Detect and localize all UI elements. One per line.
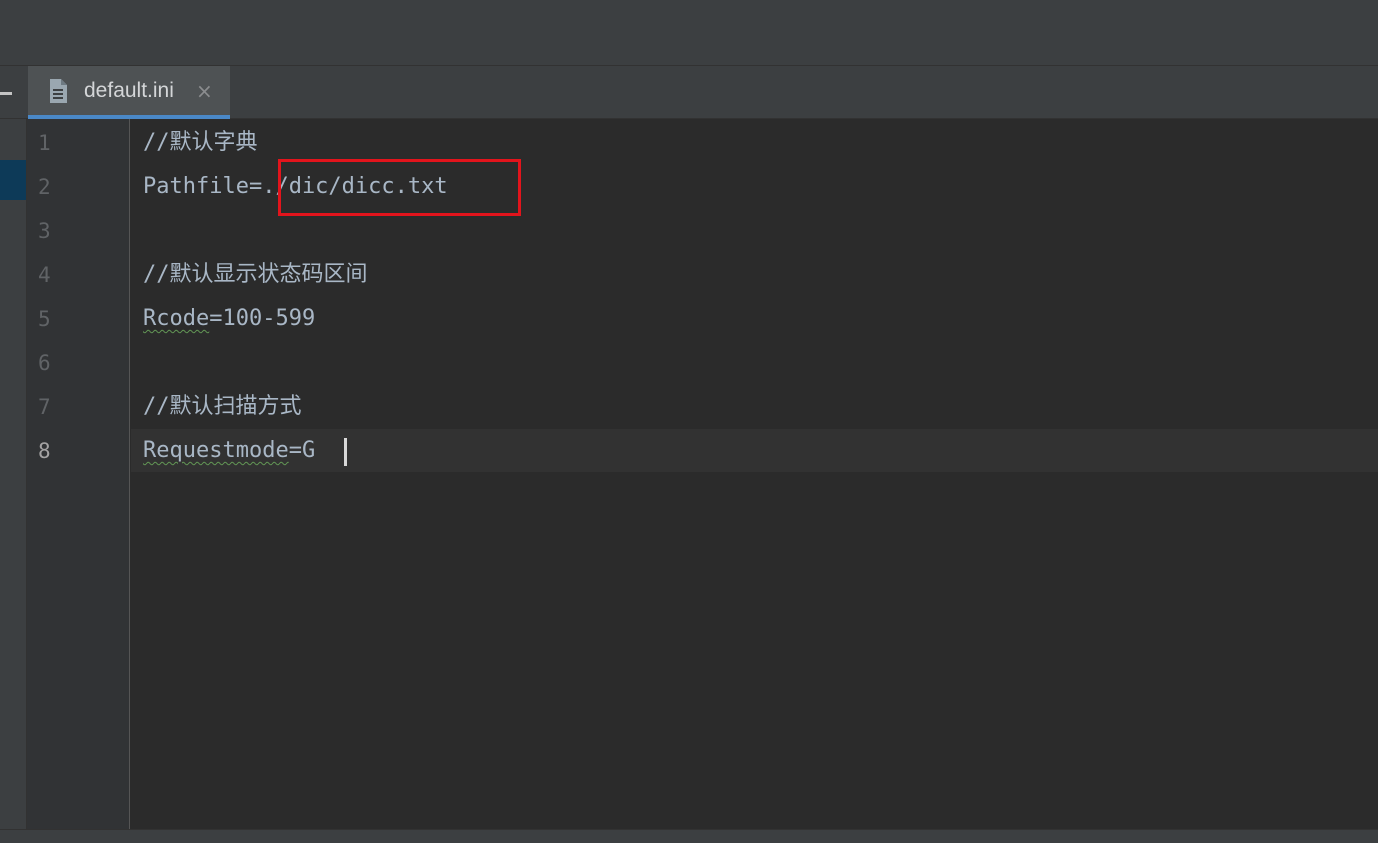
collapse-panel-icon[interactable] [0,92,12,95]
line-number-6: 6 [38,351,51,375]
rcode-value: =100-599 [209,306,316,331]
line-number-3: 3 [38,219,51,243]
line-number-5: 5 [38,307,51,331]
left-strip-marker [0,160,26,200]
red-annotation-box [278,159,521,216]
requestmode-key: Requestmode [143,438,289,463]
code-line-8[interactable]: Requestmode=G [143,429,315,473]
tab-default-ini[interactable]: default.ini × [28,66,230,119]
line-number-1: 1 [38,131,51,155]
requestmode-value: =G [288,438,316,463]
line-number-7: 7 [38,395,51,419]
rcode-key: Rcode [143,306,210,331]
title-bar [0,0,1378,66]
bottom-scroll-bar[interactable] [0,829,1378,843]
close-icon[interactable]: × [196,78,213,104]
code-line-5[interactable]: Rcode=100-599 [143,297,315,341]
code-line-1[interactable]: //默认字典 [143,121,258,165]
line-number-4: 4 [38,263,51,287]
text-file-icon [50,79,67,103]
line-number-2: 2 [38,175,51,199]
current-line-highlight [131,429,1378,472]
text-caret [344,438,347,466]
code-editor[interactable] [131,119,1378,829]
gutter-separator [129,119,130,829]
line-number-8: 8 [38,439,51,463]
code-line-7[interactable]: //默认扫描方式 [143,385,302,429]
tab-label: default.ini [84,79,174,102]
code-line-4[interactable]: //默认显示状态码区间 [143,253,368,297]
left-tool-strip [0,119,27,829]
